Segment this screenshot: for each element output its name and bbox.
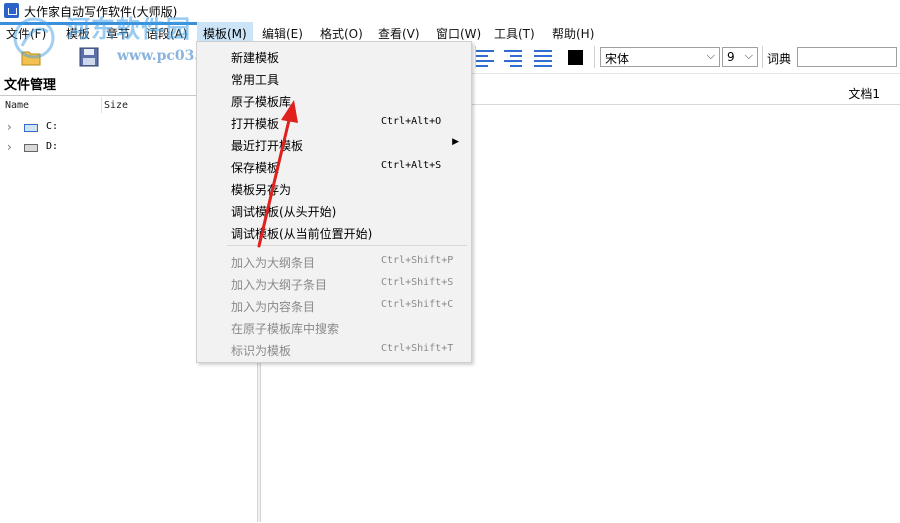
column-header-name[interactable]: Name (5, 100, 29, 111)
menu-item-label: 加入为内容条目 (231, 300, 316, 314)
menu-tools[interactable]: 工具(T) (494, 25, 535, 42)
menu-window[interactable]: 窗口(W) (436, 25, 481, 42)
menu-item-shortcut: Ctrl+Shift+T (381, 343, 454, 354)
menu-item-shortcut: Ctrl+Shift+P (381, 255, 454, 266)
menu-item-label: 标识为模板 (231, 344, 292, 358)
file-panel-header: 文件管理 (0, 73, 197, 93)
watermark-logo-icon (10, 14, 66, 60)
template-menu: 新建模板 常用工具 原子模板库 打开模板 Ctrl+Alt+O 最近打开模板 ▶… (196, 41, 472, 363)
font-color-swatch[interactable] (568, 50, 583, 65)
drive-icon (24, 144, 38, 152)
menu-item-label: 原子模板库 (231, 95, 292, 109)
menu-item-label: 新建模板 (231, 51, 280, 65)
expand-chevron-icon[interactable]: › (7, 140, 12, 154)
menu-view[interactable]: 查看(V) (378, 25, 420, 42)
toolbar-separator (594, 46, 595, 68)
dictionary-label: 词典 (767, 52, 792, 66)
align-left-icon[interactable] (474, 47, 496, 67)
menu-item-label: 加入为大纲条目 (231, 256, 316, 270)
font-size-value: 9 (727, 50, 735, 64)
font-name-select[interactable]: 宋体 ⌵ (600, 47, 720, 67)
menu-item-save-template[interactable]: 保存模板 Ctrl+Alt+S (197, 155, 471, 177)
file-panel-title: 文件管理 (4, 78, 57, 93)
menu-item-debug-from-start[interactable]: 调试模板(从头开始) (197, 199, 471, 221)
menu-item-shortcut: Ctrl+Alt+O (381, 116, 442, 127)
font-name-value: 宋体 (605, 52, 630, 66)
align-justify-icon[interactable] (532, 47, 554, 67)
menu-item-common-tools[interactable]: 常用工具 (197, 67, 471, 89)
menu-item-add-outline-child[interactable]: 加入为大纲子条目 Ctrl+Shift+S (197, 272, 471, 294)
menu-item-label: 最近打开模板 (231, 139, 304, 153)
drive-label: C: (46, 121, 59, 132)
document-tab[interactable]: 文档1 (848, 85, 880, 102)
menu-item-label: 调试模板(从头开始) (231, 205, 337, 219)
watermark-text: 河东软件园 (66, 14, 191, 43)
tree-item-drive-c[interactable]: › C: (0, 119, 190, 137)
menu-help[interactable]: 帮助(H) (552, 25, 594, 42)
tree-item-drive-d[interactable]: › D: (0, 139, 190, 157)
menu-edit[interactable]: 编辑(E) (262, 25, 303, 42)
menu-item-shortcut: Ctrl+Shift+S (381, 277, 454, 288)
chevron-down-icon: ⌵ (744, 49, 753, 62)
menu-item-open-template[interactable]: 打开模板 Ctrl+Alt+O (197, 111, 471, 133)
menu-item-shortcut: Ctrl+Shift+C (381, 299, 454, 310)
font-size-select[interactable]: 9 ⌵ (722, 47, 758, 67)
menu-item-label: 保存模板 (231, 161, 280, 175)
drive-label: D: (46, 141, 59, 152)
menu-item-debug-from-cursor[interactable]: 调试模板(从当前位置开始) (197, 221, 471, 243)
expand-chevron-icon[interactable]: › (7, 120, 12, 134)
menu-template-active[interactable]: 模板(M) (197, 22, 253, 42)
menu-item-label: 常用工具 (231, 73, 280, 87)
dictionary-input[interactable] (797, 47, 897, 67)
toolbar-separator (762, 46, 763, 68)
menu-item-shortcut: Ctrl+Alt+S (381, 160, 442, 171)
menu-template-label: 模板(M) (203, 27, 247, 41)
align-right-icon[interactable] (502, 47, 524, 67)
drive-icon (24, 124, 38, 132)
menu-item-add-content[interactable]: 加入为内容条目 Ctrl+Shift+C (197, 294, 471, 316)
menu-item-label: 加入为大纲子条目 (231, 278, 328, 292)
chevron-down-icon: ⌵ (706, 49, 715, 62)
column-divider[interactable] (101, 97, 102, 113)
save-icon[interactable] (78, 46, 100, 68)
menu-item-new-template[interactable]: 新建模板 (197, 45, 471, 67)
menu-format[interactable]: 格式(O) (320, 25, 363, 42)
menu-item-save-template-as[interactable]: 模板另存为 (197, 177, 471, 199)
menu-item-label: 在原子模板库中搜索 (231, 322, 340, 336)
submenu-arrow-icon: ▶ (452, 137, 459, 147)
menu-item-label: 调试模板(从当前位置开始) (231, 227, 373, 241)
menu-item-atom-library[interactable]: 原子模板库 (197, 89, 471, 111)
menu-item-recent-templates[interactable]: 最近打开模板 ▶ (197, 133, 471, 155)
menu-item-search-atom-library[interactable]: 在原子模板库中搜索 (197, 316, 471, 338)
menu-item-label: 模板另存为 (231, 183, 292, 197)
menu-item-mark-as-template[interactable]: 标识为模板 Ctrl+Shift+T (197, 338, 471, 360)
menu-separator (227, 245, 467, 246)
column-header-size[interactable]: Size (104, 100, 128, 111)
menu-item-add-outline[interactable]: 加入为大纲条目 Ctrl+Shift+P (197, 250, 471, 272)
menu-item-label: 打开模板 (231, 117, 280, 131)
